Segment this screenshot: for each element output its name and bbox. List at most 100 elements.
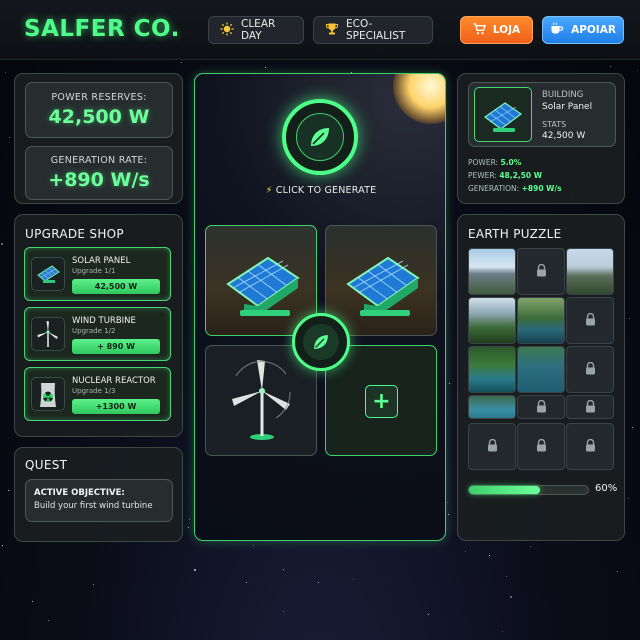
sun-graphic xyxy=(393,74,445,124)
shop-item-solar-panel[interactable]: SOLAR PANEL Upgrade 1/1 42,500 W xyxy=(24,247,171,301)
building-label: BUILDING xyxy=(542,90,584,100)
generation-rate-label: GENERATION RATE: xyxy=(50,155,148,166)
puzzle-piece-locked[interactable] xyxy=(566,346,614,393)
stats-label: STATS xyxy=(542,120,567,129)
buy-nuclear-reactor-button[interactable]: +1300 W xyxy=(72,399,160,414)
objective-text: Build your first wind turbine xyxy=(34,501,153,511)
puzzle-piece-revealed[interactable] xyxy=(468,395,516,419)
support-button[interactable]: APOIAR xyxy=(542,16,624,44)
puzzle-piece-revealed[interactable] xyxy=(468,346,516,393)
puzzle-piece-locked[interactable] xyxy=(517,395,565,419)
shop-item-name: WIND TURBINE xyxy=(72,316,136,326)
star xyxy=(464,550,466,552)
star xyxy=(1,243,4,246)
star xyxy=(8,490,10,492)
generate-button[interactable] xyxy=(282,99,358,175)
earth-puzzle-panel: EARTH PUZZLE 60% xyxy=(457,214,625,541)
star xyxy=(264,66,266,68)
shop-item-level: Upgrade 1/1 xyxy=(72,267,116,275)
generate-cta-label: CLICK TO GENERATE xyxy=(275,185,377,196)
star xyxy=(181,62,183,63)
stats-panel: POWER RESERVES: 42,500 W GENERATION RATE… xyxy=(14,73,183,204)
generator-panel: ⚡ CLICK TO GENERATE + xyxy=(194,73,446,541)
star xyxy=(48,620,50,622)
building-name: Solar Panel xyxy=(542,102,593,112)
star xyxy=(610,66,612,68)
star xyxy=(616,570,618,572)
sun-icon xyxy=(220,22,234,39)
shop-item-nuclear-reactor[interactable]: NUCLEAR REACTOR Upgrade 1/3 +1300 W xyxy=(24,367,171,421)
buy-solar-panel-button[interactable]: 42,500 W xyxy=(72,279,160,294)
puzzle-piece-locked[interactable] xyxy=(566,395,614,419)
puzzle-piece-revealed[interactable] xyxy=(566,248,614,295)
building-info-panel: BUILDING Solar Panel STATS 42,500 W POWE… xyxy=(457,73,625,204)
star xyxy=(188,519,190,521)
star xyxy=(506,576,508,578)
power-reserves-value: 42,500 W xyxy=(48,106,150,128)
star xyxy=(502,630,504,632)
puzzle-piece-locked[interactable] xyxy=(566,423,614,470)
puzzle-piece-locked[interactable] xyxy=(517,248,565,295)
generator-tile-solar-panel[interactable] xyxy=(205,225,317,336)
star xyxy=(631,426,633,428)
power-reserves-label: POWER RESERVES: xyxy=(51,92,147,103)
building-card: BUILDING Solar Panel STATS 42,500 W xyxy=(468,82,616,147)
star xyxy=(427,613,429,615)
star xyxy=(188,526,190,528)
support-button-label: APOIAR xyxy=(571,24,616,36)
star xyxy=(246,582,248,584)
lock-icon xyxy=(536,262,547,281)
generator-tile-solar-panel-2[interactable] xyxy=(325,225,437,336)
stat-pewer: PEWER: 48,2,50 W xyxy=(468,171,543,180)
puzzle-piece-locked[interactable] xyxy=(468,423,516,470)
weather-status[interactable]: CLEAR DAY xyxy=(208,16,304,44)
shop-item-wind-turbine[interactable]: WIND TURBINE Upgrade 1/2 + 890 W xyxy=(24,307,171,361)
lock-icon xyxy=(585,398,596,417)
shop-button-label: LOJA xyxy=(492,24,521,36)
shop-item-level: Upgrade 1/2 xyxy=(72,327,116,335)
solar-panel-icon xyxy=(346,256,420,316)
wind-turbine-icon xyxy=(31,317,65,351)
generation-rate-value: +890 W/s xyxy=(48,169,150,191)
star xyxy=(448,382,450,384)
lock-icon xyxy=(536,437,547,456)
leaf-icon xyxy=(303,324,339,360)
star xyxy=(637,70,639,72)
puzzle-piece-revealed[interactable] xyxy=(517,346,565,393)
lock-icon xyxy=(585,437,596,456)
coffee-icon xyxy=(550,22,564,38)
star xyxy=(628,498,630,500)
star xyxy=(93,584,95,586)
shop-item-name: NUCLEAR REACTOR xyxy=(72,376,156,386)
nuclear-reactor-icon xyxy=(31,377,65,411)
quest-title: QUEST xyxy=(25,458,68,472)
star xyxy=(9,136,11,138)
star xyxy=(489,554,491,556)
lightning-icon: ⚡ xyxy=(265,185,273,196)
trophy-icon xyxy=(325,22,339,39)
solar-panel-icon xyxy=(474,87,532,142)
upgrade-shop-title: UPGRADE SHOP xyxy=(25,227,124,241)
add-building-button[interactable]: + xyxy=(365,385,398,418)
star xyxy=(530,546,531,548)
shop-button[interactable]: LOJA xyxy=(460,16,533,44)
stat-generation: GENERATION: +890 W/s xyxy=(468,184,562,193)
star xyxy=(628,317,630,319)
puzzle-piece-revealed[interactable] xyxy=(517,297,565,344)
puzzle-piece-locked[interactable] xyxy=(566,297,614,344)
buy-wind-turbine-button[interactable]: + 890 W xyxy=(72,339,160,354)
puzzle-piece-revealed[interactable] xyxy=(468,297,516,344)
shop-item-level: Upgrade 1/3 xyxy=(72,387,116,395)
star xyxy=(447,501,449,503)
star xyxy=(283,610,285,612)
star xyxy=(448,513,450,515)
puzzle-piece-revealed[interactable] xyxy=(468,248,516,295)
puzzle-piece-locked[interactable] xyxy=(517,423,565,470)
stats-value: 42,500 W xyxy=(542,131,586,141)
objective-label: ACTIVE OBJECTIVE: xyxy=(34,488,125,498)
lock-icon xyxy=(585,311,596,330)
puzzle-progress-label: 60% xyxy=(595,483,618,494)
rank-badge[interactable]: ECO-SPECIALIST xyxy=(313,16,433,44)
center-generate-button[interactable] xyxy=(292,313,350,371)
active-objective-card: ACTIVE OBJECTIVE: Build your first wind … xyxy=(25,479,173,522)
